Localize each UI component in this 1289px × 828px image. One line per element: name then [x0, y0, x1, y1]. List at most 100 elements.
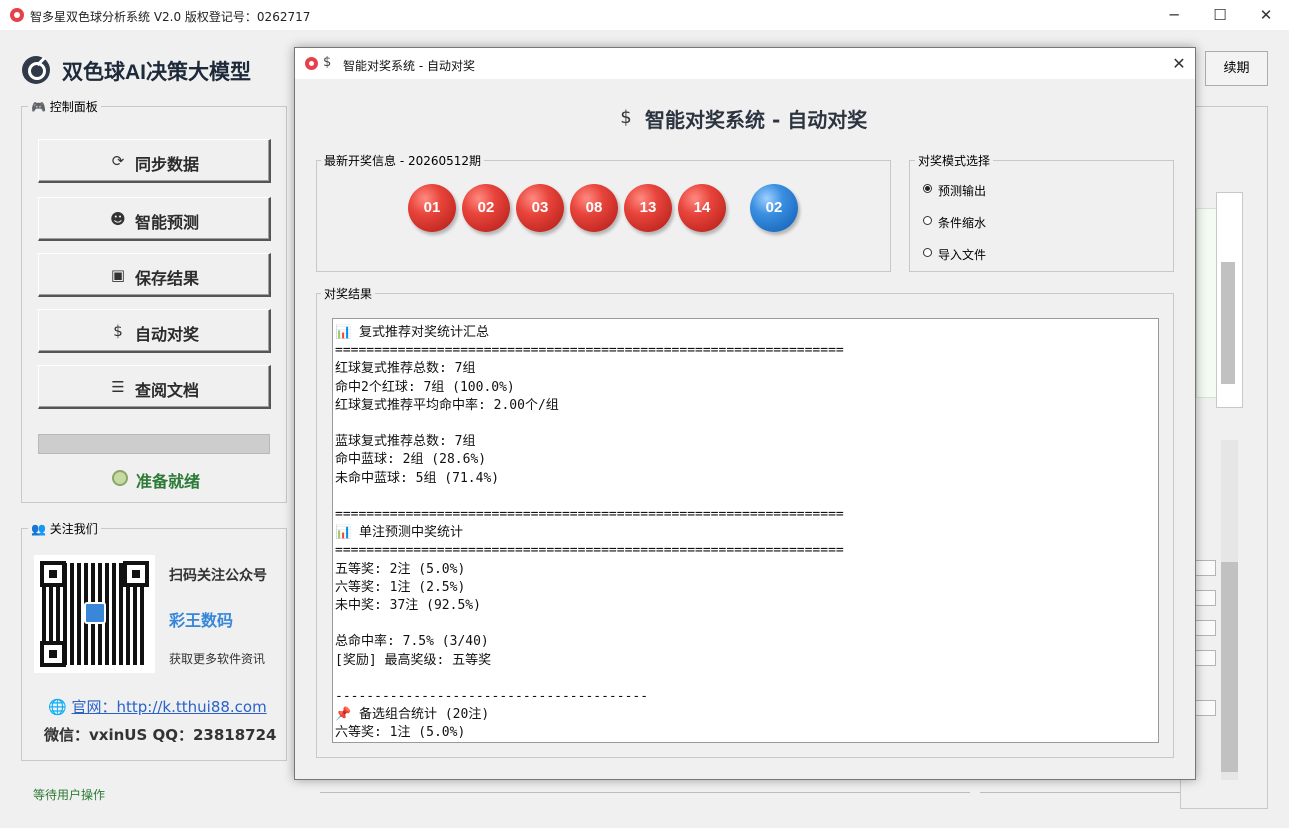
qr-finder	[123, 561, 149, 587]
draw-info-legend: 最新开奖信息 - 20260512期	[321, 152, 485, 169]
account-name: 彩王数码	[169, 611, 234, 630]
background-textarea	[1196, 208, 1218, 398]
result-line: 未中奖: 37注 (92.5%)	[335, 598, 481, 614]
red-ball: 08	[570, 184, 618, 232]
red-ball: 01	[408, 184, 456, 232]
background-scrollbar-thumb[interactable]	[1221, 262, 1235, 384]
result-line: 总命中率: 7.5% (3/40)	[335, 634, 489, 650]
result-line: 六等奖: 1注 (2.5%)	[335, 579, 466, 595]
radio-button[interactable]	[923, 248, 932, 257]
status-text: 准备就绪	[136, 472, 201, 491]
save-icon: ▣	[110, 266, 126, 284]
robot-icon: ☻	[110, 210, 126, 228]
control-panel-legend: 🎮 控制面板	[28, 98, 101, 115]
view-docs-button[interactable]: ☰ 查阅文档	[38, 365, 271, 409]
result-line: ========================================…	[335, 343, 844, 359]
mode-option-label: 预测输出	[938, 184, 987, 198]
mode-legend: 对奖模式选择	[915, 152, 994, 169]
result-line: 蓝球复式推荐总数: 7组	[335, 434, 476, 450]
auto-check-label: 自动对奖	[135, 325, 200, 344]
minimize-button[interactable]: ─	[1151, 0, 1197, 30]
result-line: 六等奖: 1注 (5.0%)	[335, 725, 466, 741]
auto-check-button[interactable]: $ 自动对奖	[38, 309, 271, 353]
results-text: 📊 复式推荐对奖统计汇总 ============================…	[335, 324, 844, 742]
results-legend: 对奖结果	[321, 285, 376, 302]
main-titlebar: 智多星双色球分析系统 V2.0 版权登记号：0262717 ─ ☐ ✕	[0, 0, 1289, 30]
dialog-heading: 智能对奖系统 - 自动对奖	[645, 108, 868, 132]
money-bag-icon: $	[323, 55, 332, 70]
background-divider	[980, 785, 1180, 793]
window-title: 智多星双色球分析系统 V2.0 版权登记号：0262717	[30, 10, 311, 24]
follow-panel-title: 关注我们	[49, 522, 98, 536]
save-result-label: 保存结果	[135, 269, 200, 288]
sync-data-label: 同步数据	[135, 155, 200, 174]
app-icon	[10, 8, 24, 22]
renew-button[interactable]: 续期	[1205, 51, 1268, 86]
result-line: 📌 备选组合统计 (20注)	[335, 707, 490, 723]
auto-check-dialog: $ 智能对奖系统 - 自动对奖 ✕ $ 智能对奖系统 - 自动对奖 最新开奖信息…	[294, 47, 1196, 780]
qr-code	[34, 555, 155, 673]
red-ball: 03	[516, 184, 564, 232]
website-link[interactable]: 🌐 官网：http://k.tthui88.com	[48, 696, 267, 717]
background-divider	[320, 785, 970, 793]
qr-finder	[40, 561, 66, 587]
brand-title: 双色球AI决策大模型	[62, 61, 251, 84]
result-line: 命中蓝球: 2组 (28.6%)	[335, 452, 487, 468]
result-line: ========================================…	[335, 543, 844, 559]
result-line: 五等奖: 2注 (5.0%)	[335, 561, 466, 577]
result-line	[335, 615, 844, 633]
gamepad-icon: 🎮	[31, 100, 46, 114]
radio-button[interactable]	[923, 184, 932, 193]
radio-button[interactable]	[923, 216, 932, 225]
dialog-titlebar: $ 智能对奖系统 - 自动对奖 ✕	[295, 48, 1195, 79]
dialog-title: 智能对奖系统 - 自动对奖	[343, 59, 475, 73]
result-line: 📊 复式推荐对奖统计汇总	[335, 325, 490, 340]
control-panel-title: 控制面板	[49, 100, 98, 114]
view-docs-label: 查阅文档	[135, 381, 200, 400]
result-line: 未命中蓝球: 5组 (71.4%)	[335, 470, 500, 486]
smart-predict-button[interactable]: ☻ 智能预测	[38, 197, 271, 241]
close-button[interactable]: ✕	[1243, 0, 1289, 30]
result-line: 📊 单注预测中奖统计	[335, 525, 464, 541]
save-result-button[interactable]: ▣ 保存结果	[38, 253, 271, 297]
bottom-status: 等待用户操作	[33, 788, 106, 802]
people-icon: 👥	[31, 522, 46, 536]
dialog-close-button[interactable]: ✕	[1163, 48, 1195, 79]
maximize-button[interactable]: ☐	[1197, 0, 1243, 30]
document-icon: ☰	[111, 378, 125, 396]
result-line: [奖励] 最高奖级: 五等奖	[335, 652, 492, 668]
result-line: ========================================…	[335, 507, 844, 523]
red-ball: 02	[462, 184, 510, 232]
money-bag-icon: $	[113, 322, 123, 340]
sync-data-button[interactable]: ⟳ 同步数据	[38, 139, 271, 183]
red-ball: 14	[678, 184, 726, 232]
more-info-text: 获取更多软件资讯	[169, 652, 266, 666]
qr-logo-icon	[84, 602, 106, 624]
qr-finder	[40, 641, 66, 667]
globe-icon: 🌐	[48, 698, 67, 716]
mode-option-label: 条件缩水	[938, 216, 987, 230]
target-logo-icon	[22, 56, 50, 84]
scan-prompt: 扫码关注公众号	[169, 568, 267, 584]
smart-predict-label: 智能预测	[135, 213, 200, 232]
money-bag-icon: $	[620, 107, 632, 128]
mode-option-label: 导入文件	[938, 248, 987, 262]
result-line	[335, 670, 844, 688]
result-line: ----------------------------------------	[335, 689, 649, 705]
result-line	[335, 488, 844, 506]
result-line	[335, 415, 844, 433]
progress-bar	[38, 434, 270, 454]
contact-info: 微信：vxinUS QQ：23818724	[44, 726, 277, 744]
result-line: 红球复式推荐平均命中率: 2.00个/组	[335, 397, 559, 413]
status-dot-icon	[112, 470, 128, 486]
follow-panel-legend: 👥 关注我们	[28, 520, 101, 537]
website-text[interactable]: 官网：http://k.tthui88.com	[71, 698, 266, 716]
sync-icon: ⟳	[111, 152, 125, 170]
background-scrollbar-2-thumb[interactable]	[1221, 562, 1238, 772]
result-line: 红球复式推荐总数: 7组	[335, 361, 476, 377]
red-ball: 13	[624, 184, 672, 232]
app-icon	[305, 57, 318, 70]
result-line: 命中2个红球: 7组 (100.0%)	[335, 379, 515, 395]
results-textarea[interactable]: 📊 复式推荐对奖统计汇总 ============================…	[332, 318, 1159, 743]
blue-ball: 02	[750, 184, 798, 232]
